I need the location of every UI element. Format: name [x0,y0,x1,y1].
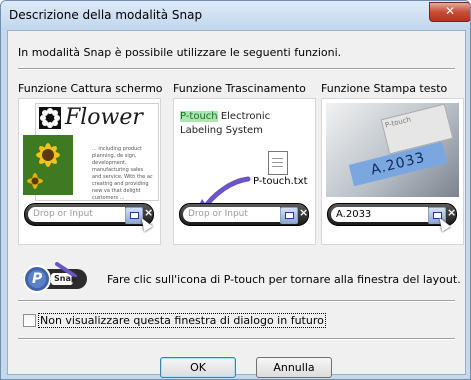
dragged-text-line2: Labeling System [180,125,263,136]
snap-label: Snap [54,274,77,283]
p-letter: P [32,271,43,287]
selected-text: P-touch [180,111,218,122]
flower-icon [39,107,61,129]
text-rest: Electronic [217,111,271,122]
dont-show-again-label[interactable]: Non visualizzare questa finestra di dial… [38,313,326,328]
ok-button[interactable]: OK [160,357,236,378]
close-button[interactable]: ✕ [429,2,470,22]
capture-icon [130,212,139,219]
file-name: P-touch.txt [253,176,308,187]
text-file-icon [268,151,288,175]
drop-input[interactable]: Drop or Input [28,207,125,222]
capture-button[interactable] [280,207,298,224]
ptouch-snap-icon: P Snap [23,262,87,296]
document-text: ... including product planning, de sign,… [92,146,153,201]
column-label-drag: Funzione Trascinamento [173,82,306,95]
print-illustration: P-touch A.2033 A.2033 × [321,98,464,245]
snap-drop-bar: Drop or Input × [24,203,154,226]
footer-description: Fare clic sull'icona di P-touch per torn… [107,273,461,286]
middle-separator [18,300,455,302]
capture-illustration: Flower ... including product planning, d… [18,98,161,245]
close-snap-icon[interactable]: × [299,206,308,219]
intro-text: In modalità Snap è possibile utilizzare … [18,46,342,59]
window-title: Descrizione della modalità Snap [9,8,203,22]
snap-dialog-window: Descrizione della modalità Snap ✕ In mod… [0,0,471,380]
column-label-print: Funzione Stampa testo [321,82,448,95]
dragged-text-line1: P-touch Electronic [180,111,270,122]
sunflower-photo [23,135,73,195]
column-label-capture: Funzione Cattura schermo [18,82,163,95]
print-text-input[interactable]: A.2033 [331,207,428,222]
dont-show-again-checkbox[interactable] [23,314,36,327]
capture-icon [285,212,294,219]
close-snap-icon[interactable]: × [447,206,456,219]
dialog-body: In modalità Snap è possibile utilizzare … [7,30,466,378]
snap-drop-bar: Drop or Input × [179,203,309,226]
labeler-photo: P-touch A.2033 [326,103,459,197]
drop-input[interactable]: Drop or Input [183,207,280,222]
bottom-separator [18,338,455,340]
cancel-button[interactable]: Annulla [256,357,332,378]
top-separator [18,68,455,70]
title-bar: Descrizione della modalità Snap ✕ [1,1,470,30]
flower-heading: Flower [65,105,143,130]
drag-illustration: P-touch Electronic Labeling System P-tou… [173,98,316,245]
